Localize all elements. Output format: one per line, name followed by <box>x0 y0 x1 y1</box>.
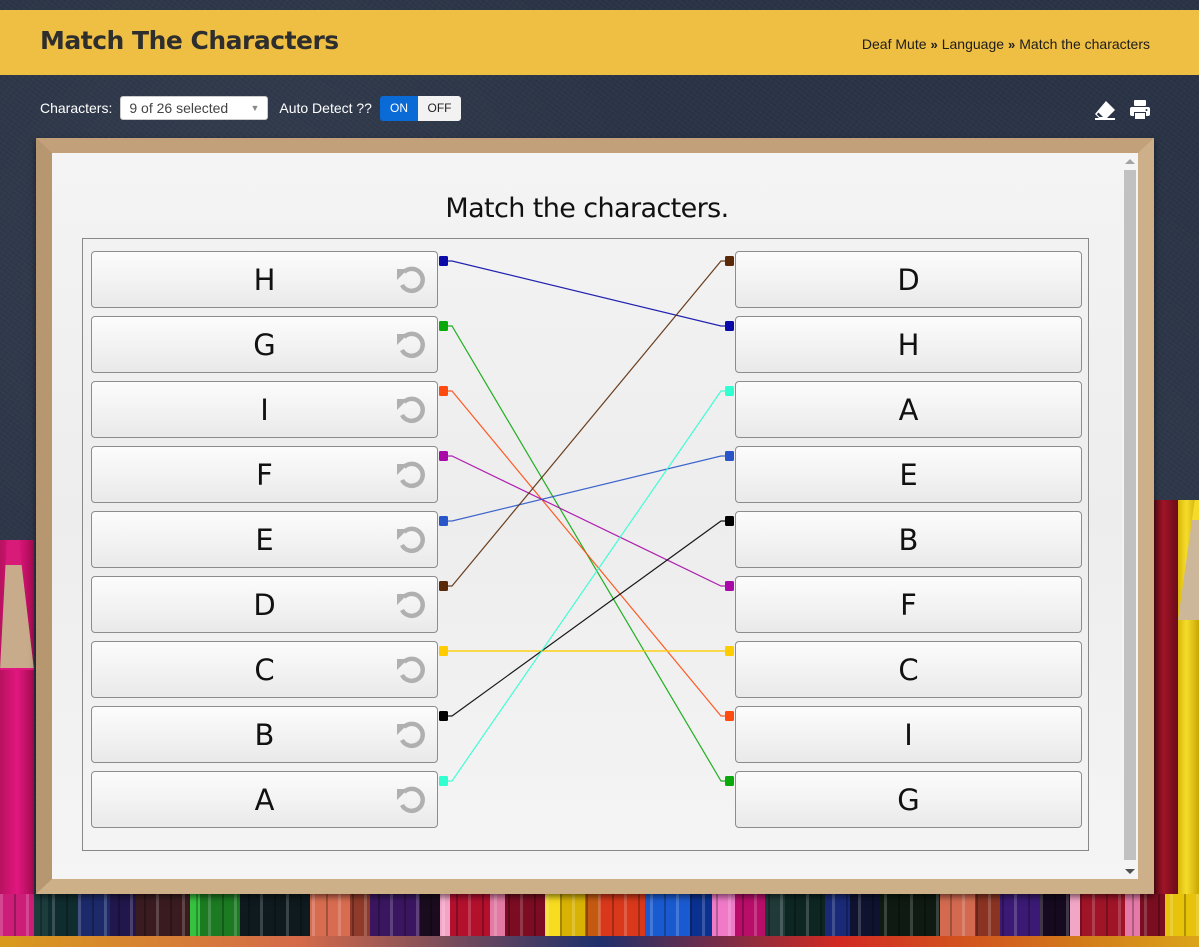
left-card[interactable]: H <box>91 251 438 308</box>
card-label: I <box>260 392 269 427</box>
card-label: H <box>897 327 920 362</box>
characters-label: Characters: <box>40 100 113 116</box>
card-label: D <box>253 587 276 622</box>
scroll-thumb[interactable] <box>1124 170 1136 860</box>
card-label: D <box>897 262 920 297</box>
breadcrumb-deaf-mute[interactable]: Deaf Mute <box>862 36 927 52</box>
left-card[interactable]: I <box>91 381 438 438</box>
auto-detect-toggle[interactable]: ON OFF <box>379 95 461 121</box>
left-card[interactable]: G <box>91 316 438 373</box>
left-card[interactable]: F <box>91 446 438 503</box>
board-scrollbar[interactable] <box>1122 153 1138 879</box>
undo-icon[interactable] <box>394 718 428 752</box>
toggle-on-button[interactable]: ON <box>379 95 418 121</box>
card-label: G <box>253 327 276 362</box>
scroll-down-arrow-icon[interactable] <box>1125 869 1135 874</box>
eraser-icon[interactable] <box>1093 99 1117 121</box>
undo-icon[interactable] <box>394 328 428 362</box>
header-bar: Match The Characters Deaf Mute » Languag… <box>0 10 1199 75</box>
right-card[interactable]: G <box>735 771 1082 828</box>
chevron-double-right-icon: » <box>930 36 938 52</box>
right-card[interactable]: A <box>735 381 1082 438</box>
card-label: I <box>904 717 913 752</box>
left-card[interactable]: D <box>91 576 438 633</box>
auto-detect-label: Auto Detect ?? <box>279 100 372 116</box>
card-label: F <box>256 457 273 492</box>
card-label: C <box>254 652 275 687</box>
left-card[interactable]: A <box>91 771 438 828</box>
left-card[interactable]: E <box>91 511 438 568</box>
caret-down-icon: ▼ <box>250 103 260 113</box>
left-card[interactable]: B <box>91 706 438 763</box>
breadcrumb: Deaf Mute » Language » Match the charact… <box>862 36 1150 52</box>
characters-select[interactable]: 9 of 26 selected ▼ <box>120 96 269 120</box>
card-label: B <box>254 717 275 752</box>
characters-select-value: 9 of 26 selected <box>129 100 229 116</box>
card-label: C <box>898 652 919 687</box>
left-card[interactable]: C <box>91 641 438 698</box>
toolbar: Characters: 9 of 26 selected ▼ Auto Dete… <box>40 95 461 121</box>
decorative-pencil <box>0 540 34 900</box>
right-card[interactable]: F <box>735 576 1082 633</box>
card-label: E <box>899 457 918 492</box>
card-label: G <box>897 782 920 817</box>
decorative-pencils-row <box>0 894 1199 936</box>
right-card[interactable]: H <box>735 316 1082 373</box>
board-title: Match the characters. <box>445 193 729 224</box>
decorative-pencil <box>1154 500 1178 900</box>
print-icon[interactable] <box>1129 99 1151 121</box>
breadcrumb-current: Match the characters <box>1019 36 1150 52</box>
card-label: E <box>255 522 274 557</box>
tool-icons <box>1093 99 1151 121</box>
undo-icon[interactable] <box>394 783 428 817</box>
undo-icon[interactable] <box>394 653 428 687</box>
footer-stripe <box>0 936 1199 947</box>
undo-icon[interactable] <box>394 263 428 297</box>
undo-icon[interactable] <box>394 523 428 557</box>
right-card[interactable]: E <box>735 446 1082 503</box>
page-title: Match The Characters <box>40 26 339 55</box>
card-label: A <box>898 392 919 427</box>
card-label: B <box>898 522 919 557</box>
right-card[interactable]: B <box>735 511 1082 568</box>
scroll-up-arrow-icon[interactable] <box>1125 159 1135 164</box>
decorative-pencil <box>1178 500 1199 900</box>
right-card[interactable]: D <box>735 251 1082 308</box>
chevron-double-right-icon: » <box>1008 36 1015 52</box>
card-label: F <box>900 587 917 622</box>
breadcrumb-language[interactable]: Language <box>942 36 1004 52</box>
undo-icon[interactable] <box>394 393 428 427</box>
card-label: H <box>253 262 276 297</box>
undo-icon[interactable] <box>394 588 428 622</box>
toggle-off-button[interactable]: OFF <box>417 95 461 121</box>
undo-icon[interactable] <box>394 458 428 492</box>
right-card[interactable]: I <box>735 706 1082 763</box>
card-label: A <box>254 782 275 817</box>
right-card[interactable]: C <box>735 641 1082 698</box>
